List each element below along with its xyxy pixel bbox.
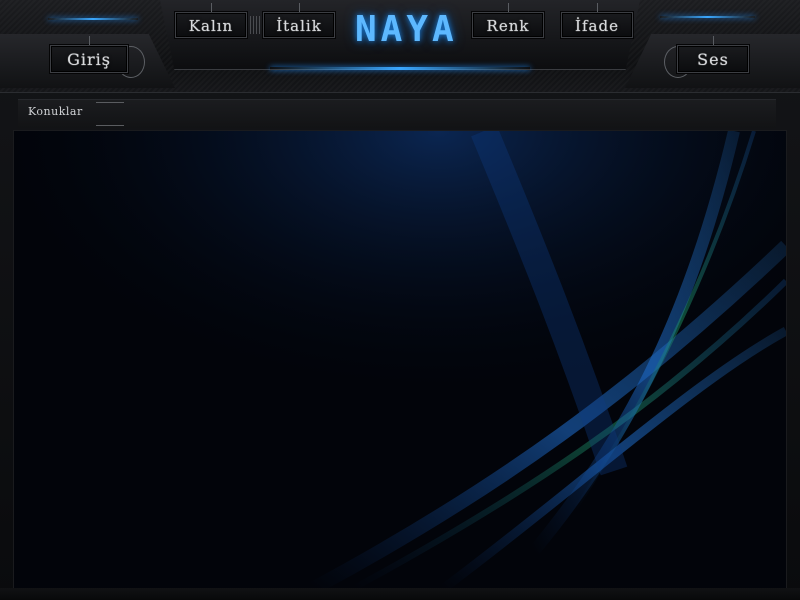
sound-button[interactable]: Ses <box>677 36 749 73</box>
color-button[interactable]: Renk <box>472 3 544 38</box>
login-button[interactable]: Giriş <box>50 36 128 73</box>
guests-bar: Konuklar <box>18 99 776 128</box>
emoticon-button[interactable]: İfade <box>561 3 633 38</box>
background-streaks <box>14 131 786 588</box>
bottom-frame <box>0 588 800 600</box>
bold-button[interactable]: Kalın <box>175 3 247 38</box>
accent-glow-center <box>270 67 530 70</box>
grip-icon <box>250 16 264 34</box>
accent-glow-left <box>48 18 138 20</box>
app-window: Kalın İtalik NAYA Renk İfade Giriş Ses K… <box>0 0 800 600</box>
chat-viewport[interactable] <box>14 131 786 588</box>
naya-logo: NAYA <box>355 9 458 50</box>
italic-button[interactable]: İtalik <box>263 3 335 38</box>
accent-glow-right <box>660 16 755 18</box>
guests-marker <box>96 102 124 126</box>
guests-label: Konuklar <box>28 105 83 118</box>
top-toolbar: Kalın İtalik NAYA Renk İfade Giriş Ses <box>0 0 800 93</box>
